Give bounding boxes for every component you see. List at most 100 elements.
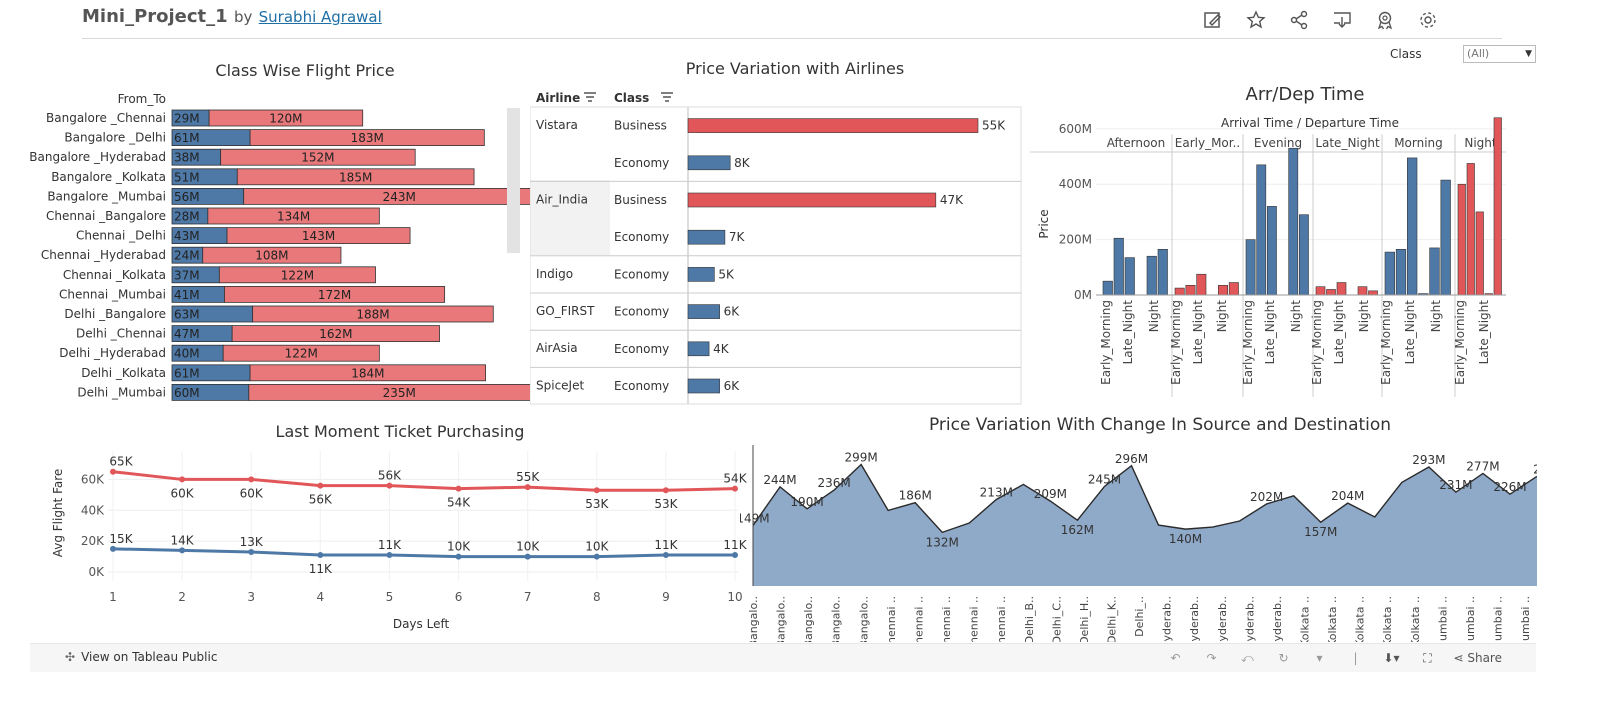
line-label: 55K	[516, 470, 540, 484]
line-point	[524, 484, 531, 491]
label-business: 120M	[269, 112, 302, 126]
label-economy: 29M	[174, 112, 200, 126]
from-to-label: Delhi _Hyderabad	[59, 346, 166, 360]
line-point	[732, 485, 738, 492]
fullscreen-icon[interactable]: ⛶	[1417, 648, 1437, 668]
label-business: 134M	[277, 210, 310, 224]
line-label: 15K	[109, 532, 133, 546]
label-business: 162M	[319, 327, 352, 341]
arrdep-ytick: 400M	[1059, 177, 1092, 191]
from-to-header: From_To	[118, 92, 166, 106]
line-point	[732, 552, 738, 559]
area-xlabel: Hyderab..	[1216, 596, 1229, 642]
share-network-icon[interactable]	[1284, 6, 1313, 34]
arrdep-bar	[1395, 249, 1407, 296]
download-menu-icon[interactable]: ⬇▾	[1381, 648, 1401, 668]
area-xlabel: Delhi_H..	[1078, 596, 1091, 642]
area-label: 236M	[817, 476, 850, 490]
line-point	[524, 553, 531, 560]
label-business: 184M	[351, 366, 384, 380]
airline-bar	[687, 304, 720, 319]
line-point	[386, 482, 393, 489]
refresh-icon[interactable]: ↻	[1273, 648, 1293, 668]
area-xlabel: Kolkata ..	[1409, 596, 1422, 642]
arrdep-bar	[1475, 211, 1484, 296]
download-icon[interactable]	[1327, 6, 1356, 34]
class-filter-select[interactable]: (All) ▼	[1463, 45, 1536, 63]
arrdep-ytick: 600M	[1059, 122, 1092, 136]
group-header: Afternoon	[1107, 136, 1166, 150]
line-series	[112, 470, 736, 492]
airline-bar-label: 8K	[734, 156, 751, 170]
arrdep-xlabel: Late_Night	[1263, 300, 1277, 365]
last-moment-xtick: 5	[386, 590, 394, 604]
area-xlabel: Kolkata ..	[1326, 596, 1339, 642]
arrdep-xlabel: Night	[1429, 300, 1443, 333]
class-label: Business	[614, 193, 667, 207]
label-economy: 43M	[174, 229, 200, 243]
pause-icon[interactable]: ▾	[1309, 648, 1329, 668]
revert-icon[interactable]: ⤺	[1237, 648, 1257, 668]
airline-label: Indigo	[536, 267, 573, 281]
area-xlabel: Kolkata ..	[1381, 596, 1394, 642]
from-to-label: Bangalore _Delhi	[64, 131, 166, 145]
line-label: 56K	[309, 493, 333, 507]
arrdep-xlabel: Late_Night	[1191, 300, 1205, 365]
area-label: 202M	[1250, 490, 1283, 504]
tableau-logo-icon: ✣	[65, 650, 76, 664]
line-point	[110, 468, 116, 475]
arrdep-ytick: 200M	[1059, 233, 1092, 247]
label-economy: 38M	[174, 151, 200, 165]
area-label: 213M	[980, 485, 1013, 499]
area-label: 299M	[845, 451, 878, 465]
undo-icon[interactable]: ↶	[1165, 648, 1185, 668]
last-moment-xlabel: Days Left	[393, 617, 450, 631]
settings-icon[interactable]	[1413, 6, 1442, 34]
airline-bar	[687, 155, 731, 171]
last-moment-xtick: 1	[109, 590, 117, 604]
sort-icon	[584, 92, 596, 102]
area-xlabel: Mumbai ..	[1519, 596, 1532, 642]
share-button[interactable]: ⋖ Share	[1453, 648, 1502, 668]
area-label: 231M	[1439, 478, 1472, 492]
author-link[interactable]: Surabhi Agrawal	[259, 8, 382, 26]
airline-bar-label: 7K	[729, 230, 746, 244]
line-label: 56K	[378, 469, 402, 483]
line-label: 11K	[654, 538, 678, 552]
edit-icon[interactable]	[1198, 6, 1227, 34]
arrdep-bar	[1124, 257, 1135, 296]
area-xlabel: Delhi_C..	[1050, 596, 1063, 642]
line-label: 53K	[654, 497, 678, 511]
label-economy: 37M	[174, 268, 200, 282]
line-point	[179, 476, 186, 483]
redo-icon[interactable]: ↷	[1201, 648, 1221, 668]
area-xlabel: Kolkata ..	[1299, 596, 1312, 642]
star-icon[interactable]	[1241, 6, 1270, 34]
area-xlabel: Chennai ..	[995, 596, 1008, 642]
from-to-label: Chennai _Kolkata	[63, 268, 166, 282]
arrdep-bar	[1113, 237, 1124, 296]
sort-icon	[661, 92, 673, 102]
area-label: 190M	[790, 495, 823, 509]
from-to-label: Bangalore _Hyderabad	[30, 150, 166, 164]
last-moment-xtick: 7	[524, 590, 532, 604]
arrdep-bar	[1288, 147, 1299, 296]
by-label: by	[233, 8, 253, 26]
line-point	[593, 553, 600, 560]
class-label: Economy	[614, 342, 669, 356]
class-label: Economy	[614, 230, 669, 244]
group-header: Morning	[1394, 136, 1443, 150]
last-moment-xtick: 3	[247, 590, 255, 604]
label-economy: 41M	[174, 288, 200, 302]
arrdep-bar	[1357, 286, 1368, 296]
line-point	[662, 552, 669, 559]
arrdep-bar	[1336, 282, 1347, 296]
view-on-tableau-link[interactable]: ✣ View on Tableau Public	[65, 650, 217, 664]
area-label: 277M	[1466, 459, 1499, 473]
share-label: Share	[1467, 651, 1502, 665]
airline-bar-label: 5K	[718, 267, 735, 281]
badge-icon[interactable]	[1370, 6, 1399, 34]
line-label: 54K	[447, 496, 471, 510]
area-label: 186M	[899, 489, 932, 503]
label-business: 235M	[383, 386, 416, 400]
